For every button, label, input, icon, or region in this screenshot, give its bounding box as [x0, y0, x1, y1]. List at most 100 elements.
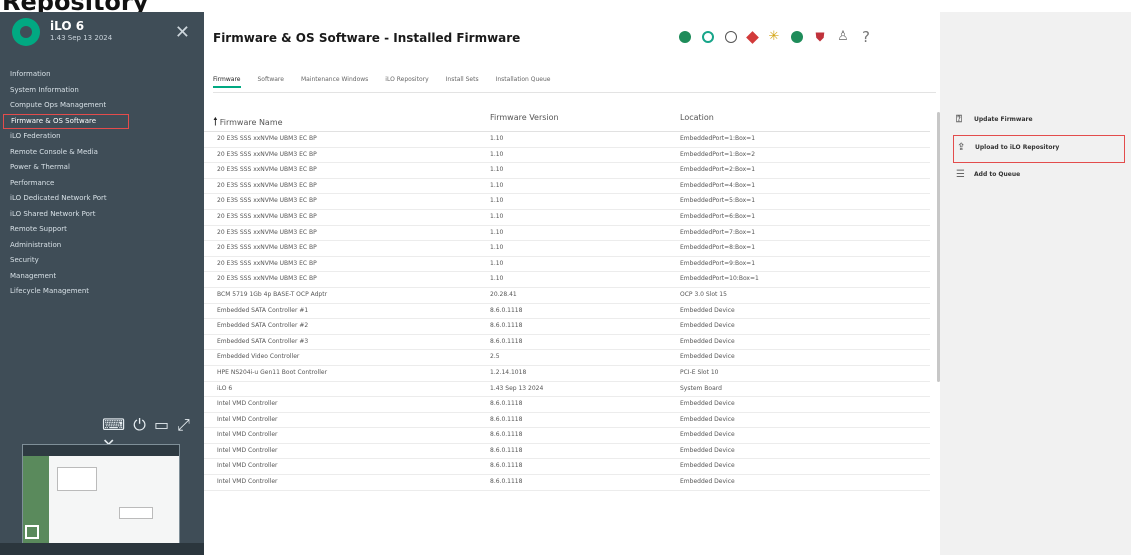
sidebar-item-ilo-federation[interactable]: iLO Federation: [0, 129, 204, 145]
firmware-name-cell: 20 E3S SSS xxNVMe UBM3 EC BP: [217, 197, 317, 205]
firmware-version-cell: 1.10: [490, 228, 504, 236]
table-row[interactable]: 20 E3S SSS xxNVMe UBM3 EC BP 1.10 Embedded…: [204, 163, 930, 179]
sidebar-header: iLO 6 1.43 Sep 13 2024 ✕: [0, 12, 204, 54]
sidebar-item-system-information[interactable]: System Information: [0, 83, 204, 99]
sidebar-item-dedicated-network-port[interactable]: iLO Dedicated Network Port: [0, 191, 204, 207]
upload-icon: ⇪: [957, 142, 966, 153]
sidebar-item-performance[interactable]: Performance: [0, 176, 204, 192]
table-row[interactable]: Intel VMD Controller 8.6.0.1118 Embedded D…: [204, 444, 930, 460]
table-row[interactable]: iLO 6 1.43 Sep 13 2024 System Board: [204, 382, 930, 398]
table-row[interactable]: BCM 5719 1Gb 4p BASE-T OCP Adptr 20.28.41…: [204, 288, 930, 304]
user-icon[interactable]: ♙: [837, 30, 849, 43]
table-header: 🠕 Firmware Name Firmware Version Location: [204, 103, 930, 132]
column-header-location[interactable]: Location: [680, 113, 714, 122]
table-row[interactable]: Embedded SATA Controller #2 8.6.0.1118 Emb…: [204, 319, 930, 335]
table-row[interactable]: 20 E3S SSS xxNVMe UBM3 EC BP 1.10 Embedded…: [204, 179, 930, 195]
upload-to-repository-button[interactable]: ⇪ Upload to iLO Repository: [953, 135, 1125, 163]
add-to-queue-button[interactable]: ☰ Add to Queue: [956, 169, 1020, 185]
location-cell: Embedded Device: [680, 431, 735, 439]
firmware-version-cell: 8.6.0.1118: [490, 306, 523, 314]
sidebar-item-remote-console-media[interactable]: Remote Console & Media: [0, 145, 204, 161]
table-row[interactable]: Intel VMD Controller 8.6.0.1118 Embedded D…: [204, 459, 930, 476]
firmware-version-cell: 1.10: [490, 197, 504, 205]
firmware-version-cell: 8.6.0.1118: [490, 337, 523, 345]
tab-firmware[interactable]: Firmware: [213, 74, 241, 88]
location-cell: EmbeddedPort=1:Box=1: [680, 135, 756, 142]
table-row[interactable]: HPE NS204i-u Gen11 Boot Controller 1.2.14…: [204, 366, 930, 382]
table-row[interactable]: 20 E3S SSS xxNVMe UBM3 EC BP 1.10 Embedded…: [204, 272, 930, 288]
firmware-name-cell: 20 E3S SSS xxNVMe UBM3 EC BP: [217, 150, 317, 158]
table-row[interactable]: 20 E3S SSS xxNVMe UBM3 EC BP 1.10 Embedded…: [204, 257, 930, 273]
firmware-name-cell: Intel VMD Controller: [217, 415, 278, 423]
location-cell: EmbeddedPort=8:Box=1: [680, 244, 756, 252]
alert-icon[interactable]: [746, 30, 759, 44]
network-icon[interactable]: [725, 31, 737, 43]
table-row[interactable]: 20 E3S SSS xxNVMe UBM3 EC BP 1.10 Embedded…: [204, 194, 930, 210]
tab-bar: Firmware Software Maintenance Windows iL…: [213, 74, 567, 90]
firmware-name-cell: Intel VMD Controller: [217, 462, 278, 470]
sidebar-item-lifecycle-management[interactable]: Lifecycle Management: [0, 284, 204, 300]
sidebar: iLO 6 1.43 Sep 13 2024 ✕ Information Sys…: [0, 12, 204, 555]
update-firmware-button[interactable]: ⍰ Update Firmware: [956, 114, 1033, 130]
table-row[interactable]: 20 E3S SSS xxNVMe UBM3 EC BP 1.10 Embedded…: [204, 226, 930, 242]
remote-console-icon[interactable]: ▭: [154, 415, 170, 434]
table-row[interactable]: Embedded SATA Controller #1 8.6.0.1118 Emb…: [204, 304, 930, 320]
tab-ilo-repository[interactable]: iLO Repository: [385, 74, 428, 90]
column-header-firmware-name[interactable]: 🠕 Firmware Name: [213, 113, 283, 132]
table-row[interactable]: Intel VMD Controller 8.6.0.1118 Embedded D…: [204, 475, 930, 491]
firmware-name-cell: iLO 6: [217, 384, 233, 392]
tab-maintenance-windows[interactable]: Maintenance Windows: [301, 74, 368, 90]
firmware-version-cell: 1.10: [490, 275, 504, 283]
remote-console-thumbnail[interactable]: [22, 444, 180, 555]
activity-icon[interactable]: [791, 31, 803, 43]
sidebar-item-security[interactable]: Security: [0, 253, 204, 269]
table-row[interactable]: 20 E3S SSS xxNVMe UBM3 EC BP 1.10 Embedded…: [204, 210, 930, 226]
firmware-version-cell: 1.2.14.1018: [490, 368, 527, 376]
system-status-icon[interactable]: [702, 31, 714, 43]
location-cell: System Board: [680, 384, 722, 392]
security-icon[interactable]: ⛊: [814, 31, 826, 43]
sidebar-item-information[interactable]: Information: [0, 67, 204, 83]
power-icon[interactable]: ⏻: [133, 415, 147, 435]
firmware-name-cell: 20 E3S SSS xxNVMe UBM3 EC BP: [217, 244, 317, 252]
sidebar-item-administration[interactable]: Administration: [0, 238, 204, 254]
close-icon[interactable]: ✕: [175, 22, 190, 43]
table-body: 20 E3S SSS xxNVMe UBM3 EC BP 1.10 Embedded…: [204, 132, 930, 491]
table-row[interactable]: 20 E3S SSS xxNVMe UBM3 EC BP 1.10 Embedded…: [204, 148, 930, 164]
tab-installation-queue[interactable]: Installation Queue: [496, 74, 551, 90]
firmware-name-cell: Embedded SATA Controller #1: [217, 306, 309, 314]
tab-install-sets[interactable]: Install Sets: [446, 74, 479, 90]
location-cell: EmbeddedPort=9:Box=1: [680, 259, 756, 267]
help-icon[interactable]: ?: [860, 30, 872, 45]
table-row[interactable]: 20 E3S SSS xxNVMe UBM3 EC BP 1.10 Embedded…: [204, 241, 930, 257]
location-cell: EmbeddedPort=6:Box=1: [680, 212, 756, 220]
table-row[interactable]: Intel VMD Controller 8.6.0.1118 Embedded D…: [204, 397, 930, 413]
firmware-name-cell: 20 E3S SSS xxNVMe UBM3 EC BP: [217, 275, 317, 283]
sidebar-item-management[interactable]: Management: [0, 269, 204, 285]
main-content: Firmware & OS Software - Installed Firmw…: [204, 12, 940, 555]
table-row[interactable]: 20 E3S SSS xxNVMe UBM3 EC BP 1.10 Embedded…: [204, 132, 930, 148]
table-row[interactable]: Intel VMD Controller 8.6.0.1118 Embedded D…: [204, 413, 930, 429]
sidebar-item-shared-network-port[interactable]: iLO Shared Network Port: [0, 207, 204, 223]
sidebar-item-remote-support[interactable]: Remote Support: [0, 222, 204, 238]
health-status-icon[interactable]: [679, 31, 691, 43]
column-header-firmware-version[interactable]: Firmware Version: [490, 113, 559, 122]
firmware-name-cell: Embedded Video Controller: [217, 353, 300, 361]
expand-icon[interactable]: ⤢: [177, 415, 191, 435]
keyboard-icon[interactable]: ⌨: [102, 415, 126, 434]
firmware-name-cell: Intel VMD Controller: [217, 400, 278, 408]
sidebar-item-power-thermal[interactable]: Power & Thermal: [0, 160, 204, 176]
table-row[interactable]: Embedded SATA Controller #3 8.6.0.1118 Emb…: [204, 335, 930, 351]
firmware-name-cell: Intel VMD Controller: [217, 478, 278, 486]
firmware-name-cell: BCM 5719 1Gb 4p BASE-T OCP Adptr: [217, 290, 328, 298]
power-icon[interactable]: ✳: [768, 30, 780, 43]
table-row[interactable]: Embedded Video Controller 2.5 Embedded Dev…: [204, 350, 930, 366]
tab-software[interactable]: Software: [258, 74, 284, 90]
hpe-logo-icon: [12, 18, 40, 46]
firmware-name-cell: Intel VMD Controller: [217, 431, 278, 439]
sidebar-item-compute-ops-management[interactable]: Compute Ops Management: [0, 98, 204, 114]
app-title: iLO 6: [50, 19, 85, 33]
sidebar-item-firmware-os-software[interactable]: Firmware & OS Software: [3, 113, 129, 129]
firmware-version-cell: 8.6.0.1118: [490, 446, 523, 454]
table-row[interactable]: Intel VMD Controller 8.6.0.1118 Embedded D…: [204, 428, 930, 444]
